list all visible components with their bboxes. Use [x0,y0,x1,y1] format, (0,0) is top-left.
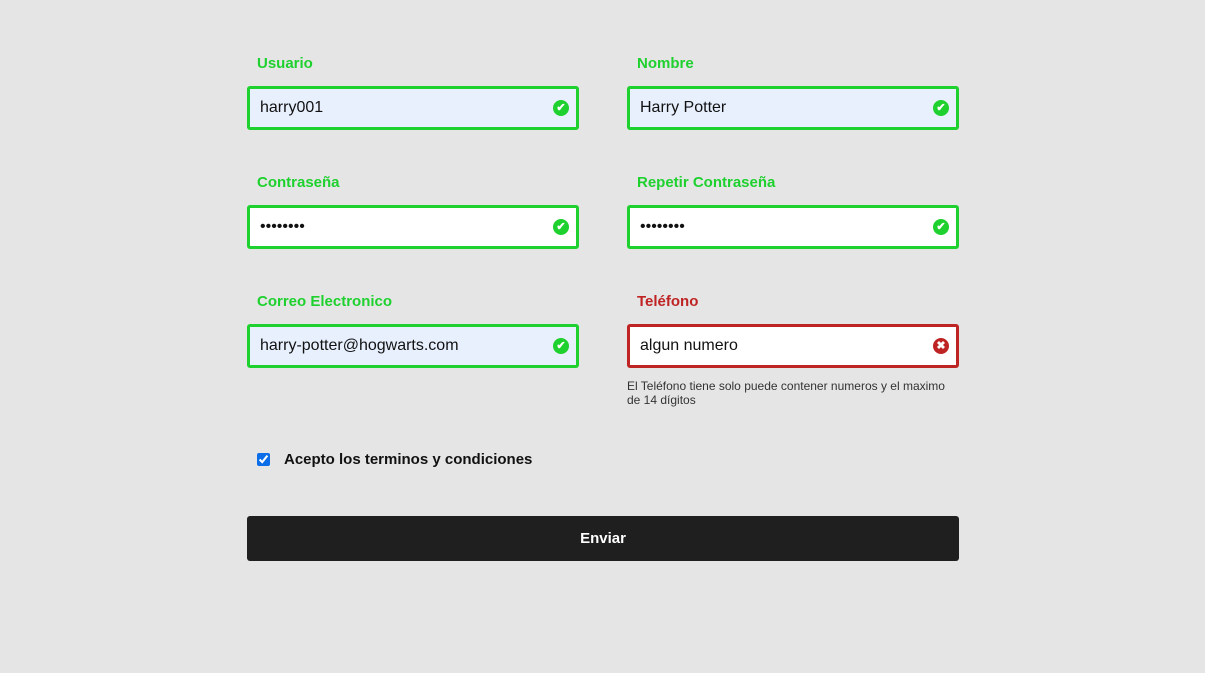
check-circle-icon: ✔ [553,338,569,354]
check-circle-icon: ✔ [553,219,569,235]
password-repeat-label: Repetir Contraseña [637,174,776,191]
nombre-input[interactable] [630,89,920,127]
terms-label: Acepto los terminos y condiciones [284,451,533,468]
check-circle-icon: ✔ [553,100,569,116]
nombre-label: Nombre [637,55,694,72]
field-nombre: Nombre ✔ [627,54,959,130]
password-repeat-input[interactable] [630,208,920,246]
check-circle-icon: ✔ [933,100,949,116]
password-input[interactable] [250,208,540,246]
field-password-repeat: Repetir Contraseña ✔ [627,173,959,249]
submit-button[interactable]: Enviar [247,516,959,561]
check-circle-icon: ✔ [933,219,949,235]
field-telefono: Teléfono ✖ El Teléfono tiene solo puede … [627,292,959,407]
terms-row[interactable]: Acepto los terminos y condiciones [257,451,532,468]
field-correo: Correo Electronico ✔ [247,292,579,368]
telefono-label: Teléfono [637,293,699,310]
error-circle-icon: ✖ [933,338,949,354]
terms-checkbox[interactable] [257,453,270,466]
usuario-label: Usuario [257,55,313,72]
password-label: Contraseña [257,174,340,191]
usuario-input[interactable] [250,89,540,127]
correo-label: Correo Electronico [257,293,393,310]
correo-input[interactable] [250,327,540,365]
field-usuario: Usuario ✔ [247,54,579,130]
field-password: Contraseña ✔ [247,173,579,249]
telefono-error-message: El Teléfono tiene solo puede contener nu… [627,379,945,407]
telefono-input[interactable] [630,327,920,365]
